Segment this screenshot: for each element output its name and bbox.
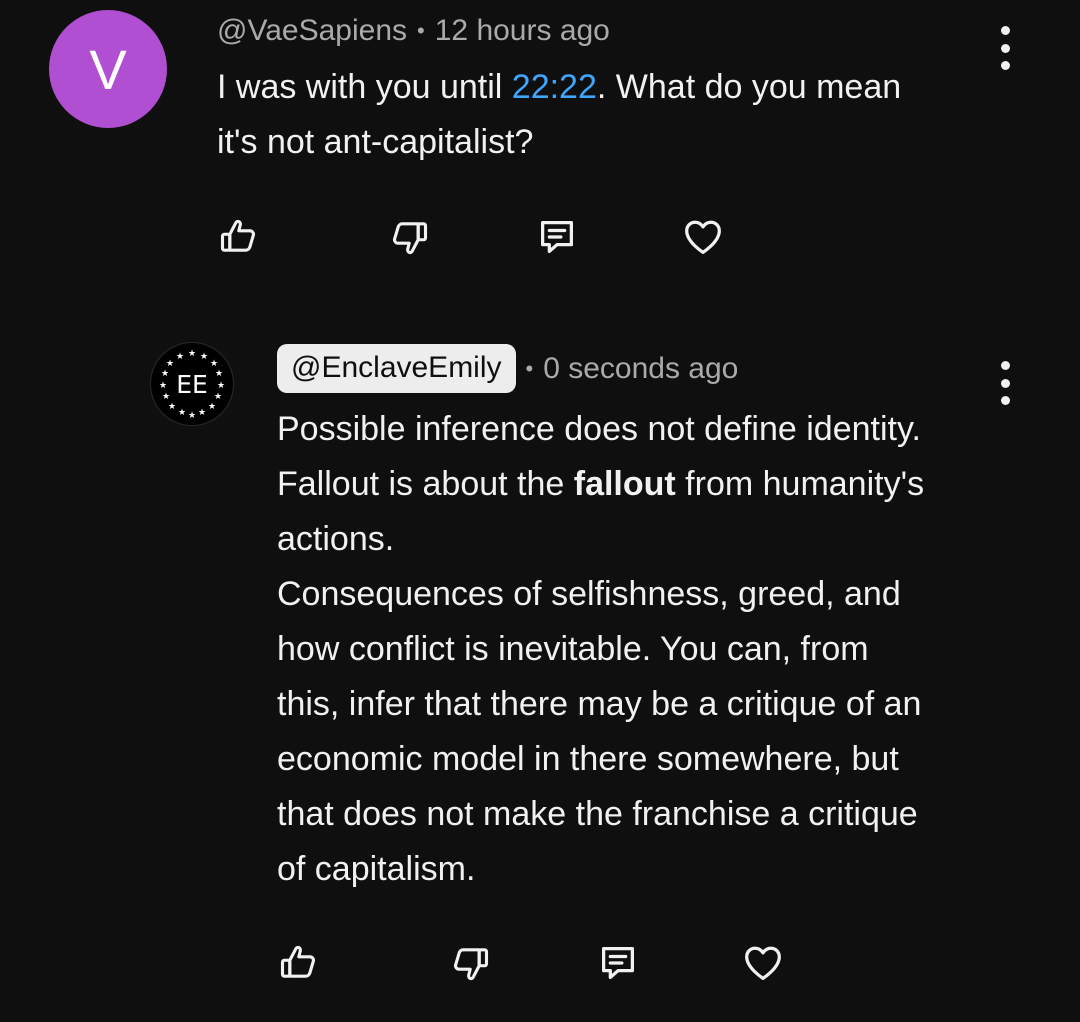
svg-text:★: ★ (188, 349, 196, 359)
more-vertical-icon[interactable] (993, 26, 1017, 70)
text-segment: from humanity's (675, 465, 925, 503)
bold-text: fallout (573, 465, 676, 503)
text-segment: I was with you until (217, 68, 512, 106)
comment-line: this, infer that there may be a critique… (277, 685, 922, 723)
svg-text:★: ★ (161, 369, 169, 379)
svg-text:★: ★ (214, 392, 222, 402)
avatar[interactable]: V (49, 10, 167, 128)
enclave-logo-icon: ★ ★ ★ ★ ★ ★ ★ ★ ★ ★ ★ ★ ★ ★ ★ ★ EE (159, 349, 225, 421)
timestamp-link[interactable]: 22:22 (512, 68, 597, 106)
meta-separator: • (417, 18, 425, 43)
svg-text:★: ★ (208, 402, 216, 412)
svg-text:★: ★ (159, 381, 167, 391)
svg-text:★: ★ (166, 359, 174, 369)
comment-line: actions. (277, 520, 395, 558)
more-vertical-icon[interactable] (993, 361, 1017, 405)
text-segment: . What do you mean (596, 68, 902, 106)
svg-text:★: ★ (200, 352, 208, 362)
svg-text:★: ★ (188, 411, 196, 421)
comment-author-chip[interactable]: @EnclaveEmily (277, 344, 516, 393)
svg-text:★: ★ (215, 369, 223, 379)
avatar-letter: V (89, 37, 127, 101)
reply-icon[interactable] (593, 938, 643, 988)
comment-line: it's not ant-capitalist? (217, 123, 534, 161)
comment-line: Possible inference does not define ident… (277, 410, 921, 448)
svg-text:★: ★ (217, 381, 225, 391)
svg-text:★: ★ (162, 392, 170, 402)
comment-time: 0 seconds ago (543, 351, 739, 385)
text-segment: Fallout is about the (277, 465, 574, 503)
comment-meta: @VaeSapiens • 12 hours ago (217, 14, 610, 48)
comment-body: Possible inference does not define ident… (277, 402, 924, 897)
comment-author[interactable]: @VaeSapiens (217, 14, 407, 48)
heart-icon[interactable] (738, 938, 788, 988)
comment-line: Fallout is about the fallout from humani… (277, 457, 924, 512)
comment-line: of capitalism. (277, 850, 476, 888)
comment-line: economic model in there somewhere, but (277, 740, 899, 778)
comment-time: 12 hours ago (434, 14, 610, 47)
thumbs-up-icon[interactable] (274, 938, 324, 988)
svg-text:★: ★ (198, 408, 206, 418)
avatar[interactable]: ★ ★ ★ ★ ★ ★ ★ ★ ★ ★ ★ ★ ★ ★ ★ ★ EE (150, 342, 234, 426)
comment-line: Consequences of selfishness, greed, and (277, 575, 901, 613)
svg-text:★: ★ (178, 408, 186, 418)
svg-text:★: ★ (210, 359, 218, 369)
meta-separator: • (525, 355, 534, 381)
comment-line: that does not make the franchise a criti… (277, 795, 918, 833)
thumbs-down-icon[interactable] (384, 212, 434, 262)
reply-icon[interactable] (532, 212, 582, 262)
svg-text:★: ★ (176, 352, 184, 362)
thumbs-up-icon[interactable] (214, 212, 264, 262)
comment-body: I was with you until 22:22. What do you … (217, 60, 901, 170)
svg-text:★: ★ (168, 402, 176, 412)
comment-meta: @EnclaveEmily • 0 seconds ago (277, 344, 738, 393)
heart-icon[interactable] (678, 212, 728, 262)
avatar-initials: EE (176, 370, 208, 399)
comment-line: how conflict is inevitable. You can, fro… (277, 630, 869, 668)
thumbs-down-icon[interactable] (445, 938, 495, 988)
comment-line: I was with you until 22:22. What do you … (217, 60, 901, 115)
